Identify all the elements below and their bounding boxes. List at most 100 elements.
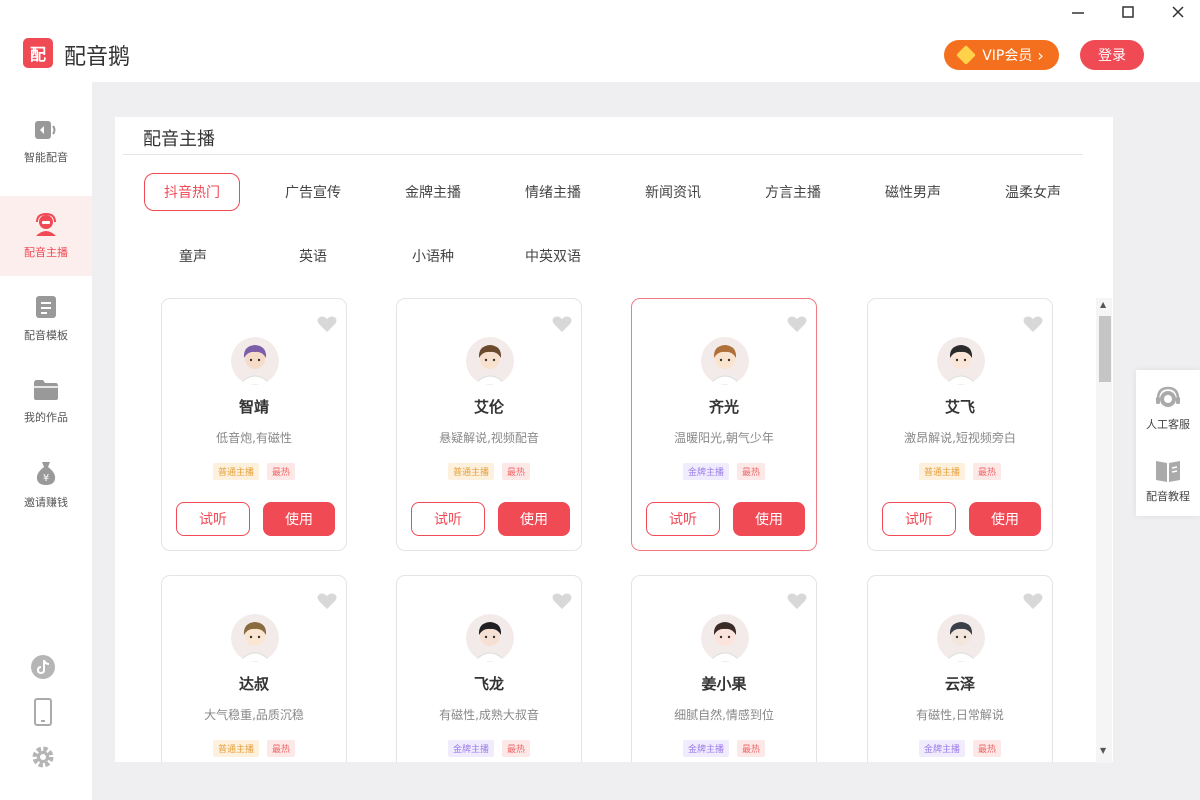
- category-advertising[interactable]: 广告宣传: [265, 173, 361, 211]
- settings-button[interactable]: [30, 744, 56, 770]
- title-bar: 配 配音鹅 VIP会员 › 登录: [0, 0, 1200, 82]
- favorite-heart-icon[interactable]: [552, 315, 572, 333]
- anchor-level-badge: 金牌主播: [682, 463, 729, 480]
- tutorial-button[interactable]: 配音教程: [1136, 446, 1200, 516]
- avatar-image: [937, 337, 985, 385]
- svg-text:¥: ¥: [43, 473, 49, 484]
- anchor-level-badge: 普通主播: [447, 463, 494, 480]
- anchor-card[interactable]: 云泽有磁性,日常解说金牌主播最热试听使用: [867, 575, 1053, 762]
- scrollbar-thumb[interactable]: [1099, 316, 1111, 382]
- anchor-name: 达叔: [238, 675, 269, 693]
- hot-badge: 最热: [737, 740, 766, 757]
- category-child-voice[interactable]: 童声: [145, 237, 241, 275]
- anchor-tags: 普通主播 最热: [162, 740, 346, 757]
- anchor-card[interactable]: 飞龙有磁性,成熟大叔音金牌主播最热试听使用: [396, 575, 582, 762]
- scrollbar[interactable]: ▲ ▼: [1096, 298, 1112, 763]
- category-gold-anchor[interactable]: 金牌主播: [385, 173, 481, 211]
- anchor-description: 大气稳重,品质沉稳: [204, 708, 304, 722]
- tiktok-icon: [31, 655, 55, 679]
- chevron-right-icon: ›: [1037, 45, 1044, 65]
- category-magnetic-male[interactable]: 磁性男声: [865, 173, 961, 211]
- avatar: [466, 337, 514, 385]
- anchor-level-badge: 普通主播: [212, 463, 259, 480]
- anchor-tags: 金牌主播 最热: [632, 463, 816, 480]
- favorite-heart-icon[interactable]: [1023, 315, 1043, 333]
- avatar-image: [466, 614, 514, 662]
- avatar: [231, 337, 279, 385]
- sidebar-item-invite-earn[interactable]: ¥ 邀请赚钱: [0, 445, 92, 525]
- sidebar-item-label: 配音主播: [24, 246, 68, 259]
- template-icon: [36, 296, 56, 318]
- favorite-heart-icon[interactable]: [552, 592, 572, 610]
- anchor-description: 细腻自然,情感到位: [674, 708, 774, 722]
- anchor-card[interactable]: 齐光 温暖阳光,朝气少年 金牌主播 最热 试听 使用: [631, 298, 817, 551]
- anchor-card[interactable]: 艾伦 悬疑解说,视频配音 普通主播 最热 试听 使用: [396, 298, 582, 551]
- right-service-panel: 人工客服 配音教程: [1136, 370, 1200, 516]
- scroll-up-icon[interactable]: ▲: [1100, 300, 1106, 309]
- anchor-level-badge: 金牌主播: [447, 740, 494, 757]
- category-dialect[interactable]: 方言主播: [745, 173, 841, 211]
- use-button[interactable]: 使用: [263, 502, 335, 536]
- anchor-tags: 金牌主播 最热: [868, 740, 1052, 757]
- category-bilingual[interactable]: 中英双语: [505, 237, 601, 275]
- tiktok-button[interactable]: [30, 654, 56, 680]
- listen-button[interactable]: 试听: [882, 502, 956, 536]
- anchor-card[interactable]: 艾飞 激昂解说,短视频旁白 普通主播 最热 试听 使用: [867, 298, 1053, 551]
- avatar-image: [937, 614, 985, 662]
- sidebar-item-smart-dubbing[interactable]: 智能配音: [0, 102, 92, 182]
- use-button[interactable]: 使用: [733, 502, 805, 536]
- anchor-description: 有磁性,日常解说: [916, 708, 1004, 722]
- scroll-down-icon[interactable]: ▼: [1100, 746, 1106, 755]
- favorite-heart-icon[interactable]: [1023, 592, 1043, 610]
- close-icon: [1172, 6, 1184, 18]
- category-douyin-hot[interactable]: 抖音热门: [144, 173, 240, 211]
- anchor-name: 智靖: [238, 398, 269, 416]
- listen-button[interactable]: 试听: [411, 502, 485, 536]
- avatar-image: [701, 337, 749, 385]
- app-title: 配音鹅: [64, 45, 131, 70]
- sidebar-item-my-works[interactable]: 我的作品: [0, 362, 92, 442]
- sidebar-item-dubbing-template[interactable]: 配音模板: [0, 279, 92, 359]
- hot-badge: 最热: [973, 463, 1002, 480]
- anchor-description: 温暖阳光,朝气少年: [674, 431, 774, 445]
- favorite-heart-icon[interactable]: [787, 315, 807, 333]
- maximize-button[interactable]: [1118, 2, 1138, 22]
- page-title: 配音主播: [143, 129, 215, 150]
- anchor-card[interactable]: 智靖 低音炮,有磁性 普通主播 最热 试听 使用: [161, 298, 347, 551]
- customer-service-button[interactable]: 人工客服: [1136, 374, 1200, 444]
- anchor-card[interactable]: 达叔大气稳重,品质沉稳普通主播最热试听使用: [161, 575, 347, 762]
- close-button[interactable]: [1168, 2, 1188, 22]
- vip-member-button[interactable]: VIP会员 ›: [944, 40, 1059, 70]
- sidebar-item-label: 邀请赚钱: [24, 496, 68, 509]
- listen-button[interactable]: 试听: [646, 502, 720, 536]
- favorite-heart-icon[interactable]: [787, 592, 807, 610]
- login-button[interactable]: 登录: [1080, 40, 1144, 70]
- favorite-heart-icon[interactable]: [317, 592, 337, 610]
- category-minor-language[interactable]: 小语种: [385, 237, 481, 275]
- customer-service-label: 人工客服: [1146, 418, 1190, 431]
- minimize-button[interactable]: [1068, 2, 1088, 22]
- folder-icon: [34, 380, 58, 400]
- category-emotional[interactable]: 情绪主播: [505, 173, 601, 211]
- category-gentle-female[interactable]: 温柔女声: [985, 173, 1081, 211]
- anchor-level-badge: 金牌主播: [918, 740, 965, 757]
- sidebar-item-dubbing-anchor[interactable]: 配音主播: [0, 196, 92, 276]
- sidebar-item-label: 我的作品: [24, 411, 68, 424]
- use-button[interactable]: 使用: [498, 502, 570, 536]
- sidebar-item-label: 智能配音: [24, 151, 68, 164]
- listen-button[interactable]: 试听: [176, 502, 250, 536]
- anchor-card[interactable]: 姜小果细腻自然,情感到位金牌主播最热试听使用: [631, 575, 817, 762]
- gear-icon: [32, 746, 54, 768]
- anchor-description: 有磁性,成熟大叔音: [439, 708, 539, 722]
- favorite-heart-icon[interactable]: [317, 315, 337, 333]
- hot-badge: 最热: [973, 740, 1002, 757]
- avatar-image: [231, 337, 279, 385]
- use-button[interactable]: 使用: [969, 502, 1041, 536]
- category-news[interactable]: 新闻资讯: [625, 173, 721, 211]
- anchor-description: 激昂解说,短视频旁白: [904, 431, 1016, 445]
- anchor-name: 姜小果: [701, 675, 747, 693]
- mobile-button[interactable]: [30, 698, 56, 726]
- hot-badge: 最热: [737, 463, 766, 480]
- anchor-level-badge: 普通主播: [918, 463, 965, 480]
- category-english[interactable]: 英语: [265, 237, 361, 275]
